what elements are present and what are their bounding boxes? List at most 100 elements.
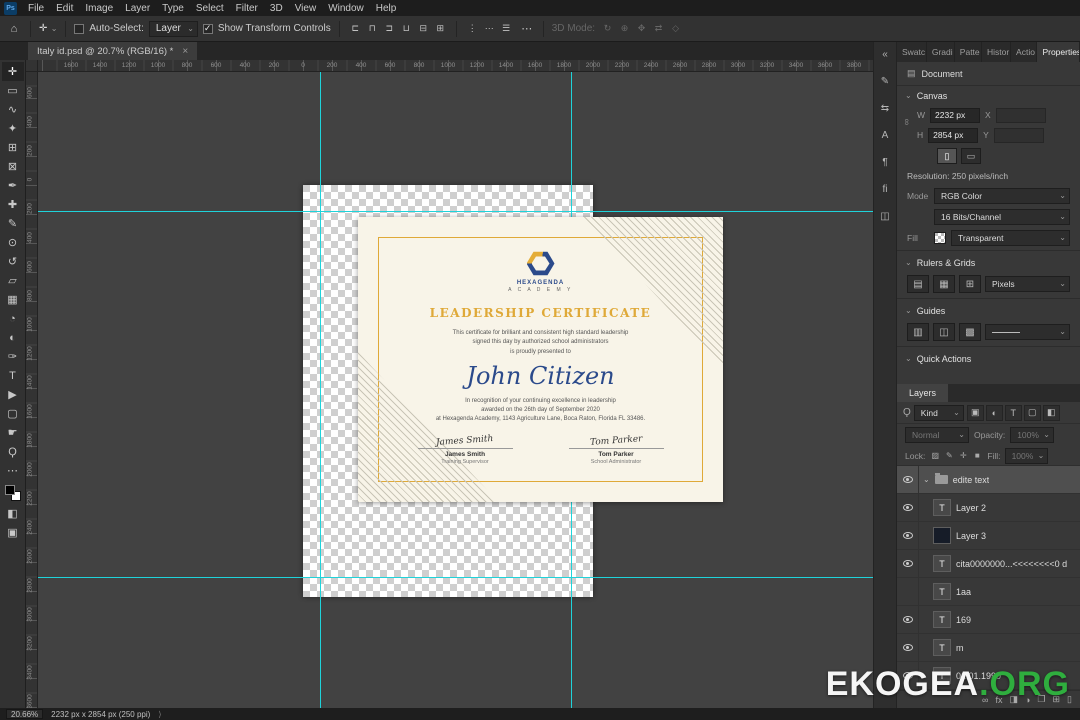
character-panel-icon[interactable]: A: [875, 126, 895, 144]
align-vertical-centers-icon[interactable]: ⊟: [416, 20, 431, 38]
rectangle-tool[interactable]: ▢: [2, 404, 24, 423]
3d-slide-icon[interactable]: ⇄: [651, 20, 666, 38]
panel-tab-histor[interactable]: Histor: [982, 42, 1012, 62]
layer-visibility-toggle[interactable]: [897, 466, 919, 493]
current-tool-icon[interactable]: ✛: [39, 23, 58, 34]
swap-panel-icon[interactable]: ⇆: [875, 99, 895, 117]
panel-tab-patte[interactable]: Patte: [955, 42, 982, 62]
color-mode-dropdown[interactable]: RGB Color: [934, 187, 1070, 204]
distribute-vertical-icon[interactable]: ⋮: [465, 20, 480, 38]
eyedropper-tool[interactable]: ✒: [2, 176, 24, 195]
3d-pan-icon[interactable]: ✥: [634, 20, 649, 38]
clear-guides-icon[interactable]: ▩: [959, 323, 981, 341]
gradient-tool[interactable]: ▦: [2, 290, 24, 309]
zoom-level-field[interactable]: 20.66%: [6, 709, 44, 719]
screen-mode-icon[interactable]: ▣: [2, 523, 24, 542]
opacity-dropdown[interactable]: 100%: [1010, 427, 1054, 443]
document-tab[interactable]: Italy id.psd @ 20.7% (RGB/16) * ×: [28, 42, 198, 60]
height-input[interactable]: 2854 px: [928, 127, 979, 143]
3d-scale-icon[interactable]: ◇: [668, 20, 683, 38]
menu-filter[interactable]: Filter: [230, 0, 264, 16]
menu-help[interactable]: Help: [370, 0, 403, 16]
lock-transparency-icon[interactable]: ▨: [929, 451, 941, 460]
quick-actions-section-header[interactable]: Quick Actions: [897, 349, 1080, 368]
collapse-dock-icon[interactable]: «: [875, 45, 895, 63]
menu-layer[interactable]: Layer: [119, 0, 156, 16]
close-tab-icon[interactable]: ×: [182, 46, 188, 57]
3d-rotate-icon[interactable]: ↻: [600, 20, 615, 38]
filter-adjustment-layers-icon[interactable]: ◐: [985, 404, 1003, 421]
lock-all-icon[interactable]: ■: [971, 451, 983, 460]
landscape-orientation-button[interactable]: ▭: [961, 148, 981, 164]
horizontal-ruler[interactable]: 1600 1400 1200 1000 800 600 400 200 0 200 400 600 80…: [38, 60, 873, 72]
quick-selection-tool[interactable]: ✦: [2, 119, 24, 138]
menu-window[interactable]: Window: [322, 0, 370, 16]
lasso-tool[interactable]: ∿: [2, 100, 24, 119]
rulers-grids-section-header[interactable]: Rulers & Grids: [897, 253, 1080, 272]
filter-type-layers-icon[interactable]: T: [1004, 404, 1022, 421]
filter-pixel-layers-icon[interactable]: ▣: [966, 404, 984, 421]
foreground-color-swatch[interactable]: [4, 485, 15, 495]
horizontal-guide[interactable]: [38, 577, 873, 578]
more-options-icon[interactable]: ⋯: [519, 20, 535, 38]
layer-row[interactable]: Layer 3: [897, 522, 1080, 550]
horizontal-guide[interactable]: [38, 211, 873, 212]
brush-settings-panel-icon[interactable]: ✎: [875, 72, 895, 90]
lock-pixels-icon[interactable]: ✎: [943, 451, 955, 460]
auto-select-checkbox[interactable]: [74, 23, 85, 34]
layer-row[interactable]: Tm: [897, 634, 1080, 662]
quick-mask-icon[interactable]: ◧: [2, 504, 24, 523]
canvas-section-header[interactable]: Canvas: [897, 86, 1080, 105]
align-bottom-edges-icon[interactable]: ⊞: [433, 20, 448, 38]
menu-type[interactable]: Type: [156, 0, 190, 16]
ruler-origin-box[interactable]: [26, 60, 38, 72]
layer-row[interactable]: T Layer 2: [897, 494, 1080, 522]
panel-tab-swatc[interactable]: Swatc: [897, 42, 927, 62]
panel-tab-actio[interactable]: Actio: [1011, 42, 1038, 62]
guide-style-dropdown[interactable]: [985, 324, 1070, 340]
spot-healing-brush-tool[interactable]: ✚: [2, 195, 24, 214]
align-right-edges-icon[interactable]: ⊐: [382, 20, 397, 38]
width-input[interactable]: 2232 px: [930, 107, 981, 123]
link-dimensions-icon[interactable]: ∞: [902, 119, 912, 125]
clone-stamp-tool[interactable]: ⊙: [2, 233, 24, 252]
tab-layers[interactable]: Layers: [897, 384, 949, 402]
layer-visibility-toggle[interactable]: [897, 550, 919, 577]
vertical-ruler[interactable]: 600 400 200 0 200 400 600 800 1000 1200 1400 1600 18…: [26, 72, 38, 709]
brush-tool[interactable]: ✎: [2, 214, 24, 233]
photoshop-logo[interactable]: Ps: [4, 1, 17, 15]
pen-tool[interactable]: ✑: [2, 347, 24, 366]
menu-view[interactable]: View: [289, 0, 323, 16]
home-icon[interactable]: ⌂: [6, 20, 22, 38]
distribute-horizontal-icon[interactable]: ⋯: [482, 20, 497, 38]
glyphs-panel-icon[interactable]: ﬁ: [875, 180, 895, 198]
3d-roll-icon[interactable]: ⊕: [617, 20, 632, 38]
blend-mode-dropdown[interactable]: Normal: [905, 427, 969, 443]
distribute-stack-icon[interactable]: ☰: [499, 20, 514, 38]
bit-depth-dropdown[interactable]: 16 Bits/Channel: [934, 208, 1070, 225]
align-top-edges-icon[interactable]: ⊔: [399, 20, 414, 38]
auto-select-target-dropdown[interactable]: Layer: [148, 20, 198, 37]
menu-edit[interactable]: Edit: [50, 0, 79, 16]
layer-visibility-toggle[interactable]: [897, 522, 919, 549]
dodge-tool[interactable]: ◐: [2, 328, 24, 347]
fill-opacity-dropdown[interactable]: 100%: [1004, 447, 1049, 464]
hand-tool[interactable]: ☛: [2, 423, 24, 442]
canvas-viewport[interactable]: HEXAGENDA A C A D E M Y LEADERSHIP CERTI…: [38, 72, 873, 708]
layer-row[interactable]: T 169: [897, 606, 1080, 634]
layer-visibility-toggle[interactable]: [897, 578, 919, 605]
layer-filter-kind-dropdown[interactable]: Kind: [913, 404, 964, 421]
crop-tool[interactable]: ⊞: [2, 138, 24, 157]
snap-icon[interactable]: ⊞: [959, 275, 981, 293]
portrait-orientation-button[interactable]: ▯: [937, 148, 957, 164]
guide-layout-icon[interactable]: ◫: [933, 323, 955, 341]
lock-position-icon[interactable]: ✛: [957, 451, 969, 460]
history-brush-tool[interactable]: ↺: [2, 252, 24, 271]
chevron-down-icon[interactable]: ⌄: [923, 475, 930, 484]
align-left-edges-icon[interactable]: ⊏: [348, 20, 363, 38]
menu-image[interactable]: Image: [79, 0, 119, 16]
move-tool[interactable]: ✛: [1, 62, 24, 81]
rectangular-marquee-tool[interactable]: ▭: [2, 81, 24, 100]
zoom-tool[interactable]: Ϙ: [2, 442, 24, 461]
vertical-guide[interactable]: [320, 72, 321, 708]
